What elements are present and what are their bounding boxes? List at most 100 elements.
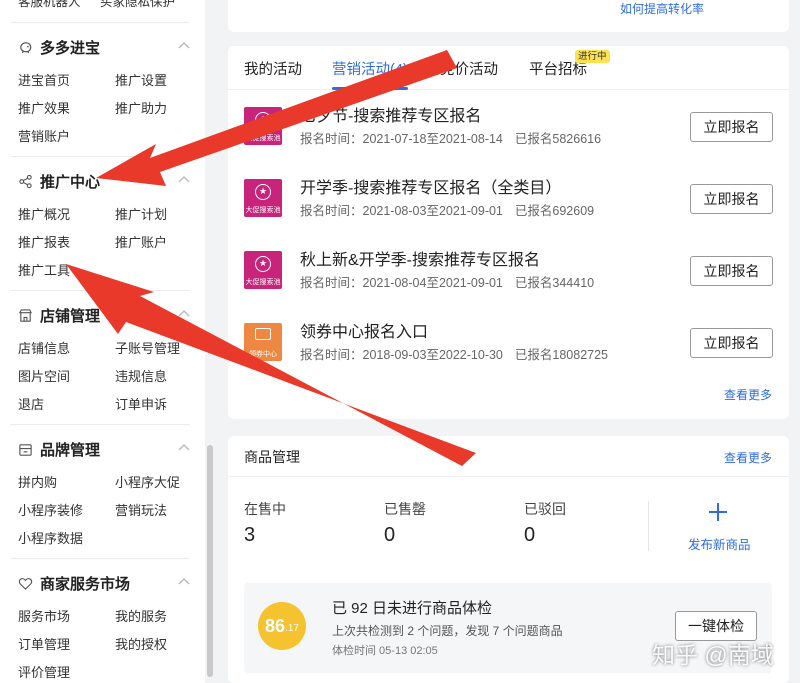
share-icon bbox=[18, 174, 33, 189]
store-icon bbox=[18, 308, 33, 323]
activity-meta: 报名时间：2021-08-03至2021-09-01 已报名692609 bbox=[300, 200, 606, 219]
sidebar-item-promo-tools[interactable]: 推广工具 bbox=[18, 260, 70, 279]
thumbnail-label: 大促搜索池 bbox=[245, 135, 281, 142]
group-title: 店铺管理 bbox=[40, 307, 101, 325]
goods-view-more-link[interactable]: 查看更多 bbox=[724, 449, 772, 466]
signup-button[interactable]: 立即报名 bbox=[690, 328, 773, 358]
conversion-tips-link[interactable]: 如何提高转化率 bbox=[620, 0, 704, 17]
sidebar-item-violations[interactable]: 违规信息 bbox=[115, 366, 167, 385]
activity-row: ★ 大促搜索池 秋上新&开学季-搜索推荐专区报名 报名时间：2021-08-04… bbox=[228, 242, 789, 314]
activity-thumbnail: ★ 大促搜索池 bbox=[244, 251, 282, 289]
status-badge: 进行中 bbox=[575, 50, 610, 63]
activity-time: 报名时间：2021-08-04至2021-09-01 bbox=[300, 276, 503, 290]
activity-row: ★ 大促搜索池 七夕节-搜索推荐专区报名 报名时间：2021-07-18至202… bbox=[228, 98, 789, 170]
activities-card: 我的活动 营销活动(4) 竞价活动 平台招标 进行中 ★ 大促搜索池 七夕节-搜… bbox=[228, 46, 789, 419]
activity-title[interactable]: 领券中心报名入口 bbox=[300, 318, 428, 342]
health-score: 86.17 bbox=[258, 602, 306, 650]
plus-icon[interactable] bbox=[706, 500, 730, 524]
sidebar-item-marketing-account[interactable]: 营销账户 bbox=[18, 126, 70, 145]
activity-meta: 报名时间：2021-08-04至2021-09-01 已报名344410 bbox=[300, 272, 606, 291]
sidebar-item-miniapp-decor[interactable]: 小程序装修 bbox=[18, 500, 83, 519]
activity-signups: 已报名5826616 bbox=[514, 132, 602, 146]
activity-title[interactable]: 秋上新&开学季-搜索推荐专区报名 bbox=[300, 246, 540, 270]
watermark: 知乎 @南域 bbox=[652, 642, 774, 668]
tab-marketing-activities[interactable]: 营销活动(4) bbox=[332, 58, 408, 79]
activity-meta: 报名时间：2021-07-18至2021-08-14 已报名5826616 bbox=[300, 128, 613, 147]
group-header[interactable]: 推广中心 bbox=[18, 170, 100, 192]
chevron-up-icon[interactable] bbox=[178, 175, 190, 183]
stat-on-sale-value[interactable]: 3 bbox=[244, 524, 255, 547]
sidebar-item-promo-settings[interactable]: 推广设置 bbox=[115, 70, 167, 89]
signup-button[interactable]: 立即报名 bbox=[690, 112, 773, 142]
sidebar-item-jinbao-home[interactable]: 进宝首页 bbox=[18, 70, 70, 89]
group-header[interactable]: 多多进宝 bbox=[18, 36, 100, 58]
divider bbox=[10, 290, 190, 291]
chevron-up-icon[interactable] bbox=[178, 577, 190, 585]
group-header[interactable]: 品牌管理 bbox=[18, 438, 100, 460]
sidebar-item-store-info[interactable]: 店铺信息 bbox=[18, 338, 70, 357]
sidebar-item-privacy[interactable]: 买家隐私保护 bbox=[100, 0, 175, 9]
activity-title[interactable]: 开学季-搜索推荐专区报名（全类目） bbox=[300, 174, 561, 198]
activity-tabs: 我的活动 营销活动(4) 竞价活动 平台招标 进行中 bbox=[228, 46, 789, 90]
sidebar-item-promo-account[interactable]: 推广账户 bbox=[115, 232, 167, 251]
sidebar-item-close-store[interactable]: 退店 bbox=[18, 394, 44, 413]
active-tab-indicator bbox=[332, 87, 408, 90]
chevron-up-icon[interactable] bbox=[178, 443, 190, 451]
signup-button[interactable]: 立即报名 bbox=[690, 256, 773, 286]
tab-my-activities[interactable]: 我的活动 bbox=[244, 58, 302, 79]
activity-time: 报名时间：2021-07-18至2021-08-14 bbox=[300, 132, 503, 146]
scrollbar-thumb[interactable] bbox=[207, 445, 213, 677]
sidebar: 客服机器人 买家隐私保护 多多进宝 进宝首页 推广设置 推广效果 推广助力 营销… bbox=[0, 0, 205, 683]
divider bbox=[10, 424, 190, 425]
chevron-up-icon[interactable] bbox=[178, 309, 190, 317]
sidebar-item-promo-overview[interactable]: 推广概况 bbox=[18, 204, 70, 223]
sidebar-item-promo-effect[interactable]: 推广效果 bbox=[18, 98, 70, 117]
sidebar-item-miniapp-promo[interactable]: 小程序大促 bbox=[115, 472, 180, 491]
sidebar-item-marketing-play[interactable]: 营销玩法 bbox=[115, 500, 167, 519]
sidebar-item-my-services[interactable]: 我的服务 bbox=[115, 606, 167, 625]
stat-rejected-label: 已驳回 bbox=[524, 501, 566, 517]
sidebar-item-review-management[interactable]: 评价管理 bbox=[18, 662, 70, 681]
sidebar-item-pinneigou[interactable]: 拼内购 bbox=[18, 472, 57, 491]
activity-row: ★ 大促搜索池 开学季-搜索推荐专区报名（全类目） 报名时间：2021-08-0… bbox=[228, 170, 789, 242]
sidebar-top-items: 客服机器人 买家隐私保护 bbox=[18, 0, 191, 10]
divider bbox=[10, 156, 190, 157]
view-more-link[interactable]: 查看更多 bbox=[724, 386, 772, 403]
sidebar-item-my-authorizations[interactable]: 我的授权 bbox=[115, 634, 167, 653]
sidebar-item-order-appeal[interactable]: 订单申诉 bbox=[115, 394, 167, 413]
thumbnail-label: 大促搜索池 bbox=[245, 207, 281, 214]
sidebar-item-promo-report[interactable]: 推广报表 bbox=[18, 232, 70, 251]
activity-signups: 已报名344410 bbox=[514, 276, 595, 290]
sidebar-item-promo-assist[interactable]: 推广助力 bbox=[115, 98, 167, 117]
sidebar-item-miniapp-data[interactable]: 小程序数据 bbox=[18, 528, 83, 547]
divider bbox=[10, 558, 190, 559]
tab-bidding-activities[interactable]: 竞价活动 bbox=[440, 58, 498, 79]
top-card: 如何提高转化率 bbox=[228, 0, 789, 32]
health-title: 已 92 日未进行商品体检 bbox=[332, 600, 493, 617]
chevron-up-icon[interactable] bbox=[178, 41, 190, 49]
activity-thumbnail: ★ 大促搜索池 bbox=[244, 179, 282, 217]
group-header[interactable]: 店铺管理 bbox=[18, 304, 100, 326]
publish-new-goods-link[interactable]: 发布新商品 bbox=[688, 534, 751, 553]
coupon-icon bbox=[255, 328, 271, 340]
sidebar-item-image-space[interactable]: 图片空间 bbox=[18, 366, 70, 385]
activity-time: 报名时间：2021-08-03至2021-09-01 bbox=[300, 204, 503, 218]
sidebar-item-order-management[interactable]: 订单管理 bbox=[18, 634, 70, 653]
activity-title[interactable]: 七夕节-搜索推荐专区报名 bbox=[300, 102, 481, 126]
sidebar-item-promo-plan[interactable]: 推广计划 bbox=[115, 204, 167, 223]
health-score-int: 86 bbox=[265, 615, 286, 636]
signup-button[interactable]: 立即报名 bbox=[690, 184, 773, 214]
group-title: 品牌管理 bbox=[40, 441, 101, 459]
activity-time: 报名时间：2018-09-03至2022-10-30 bbox=[300, 348, 503, 362]
health-time: 体检时间 05-13 02:05 bbox=[332, 645, 438, 657]
sidebar-item-customer-robot[interactable]: 客服机器人 bbox=[18, 0, 81, 9]
stat-rejected-value[interactable]: 0 bbox=[524, 524, 535, 547]
stat-sold-out-value[interactable]: 0 bbox=[384, 524, 395, 547]
stat-sold-out-label: 已售罄 bbox=[384, 501, 426, 517]
sidebar-item-sub-accounts[interactable]: 子账号管理 bbox=[115, 338, 180, 357]
health-description: 上次共检测到 2 个问题，发现 7 个问题商品 bbox=[332, 624, 563, 638]
sidebar-item-service-market[interactable]: 服务市场 bbox=[18, 606, 70, 625]
sidebar-scrollbar[interactable] bbox=[205, 0, 215, 683]
star-badge-icon: ★ bbox=[255, 184, 271, 200]
group-header[interactable]: 商家服务市场 bbox=[18, 572, 130, 594]
